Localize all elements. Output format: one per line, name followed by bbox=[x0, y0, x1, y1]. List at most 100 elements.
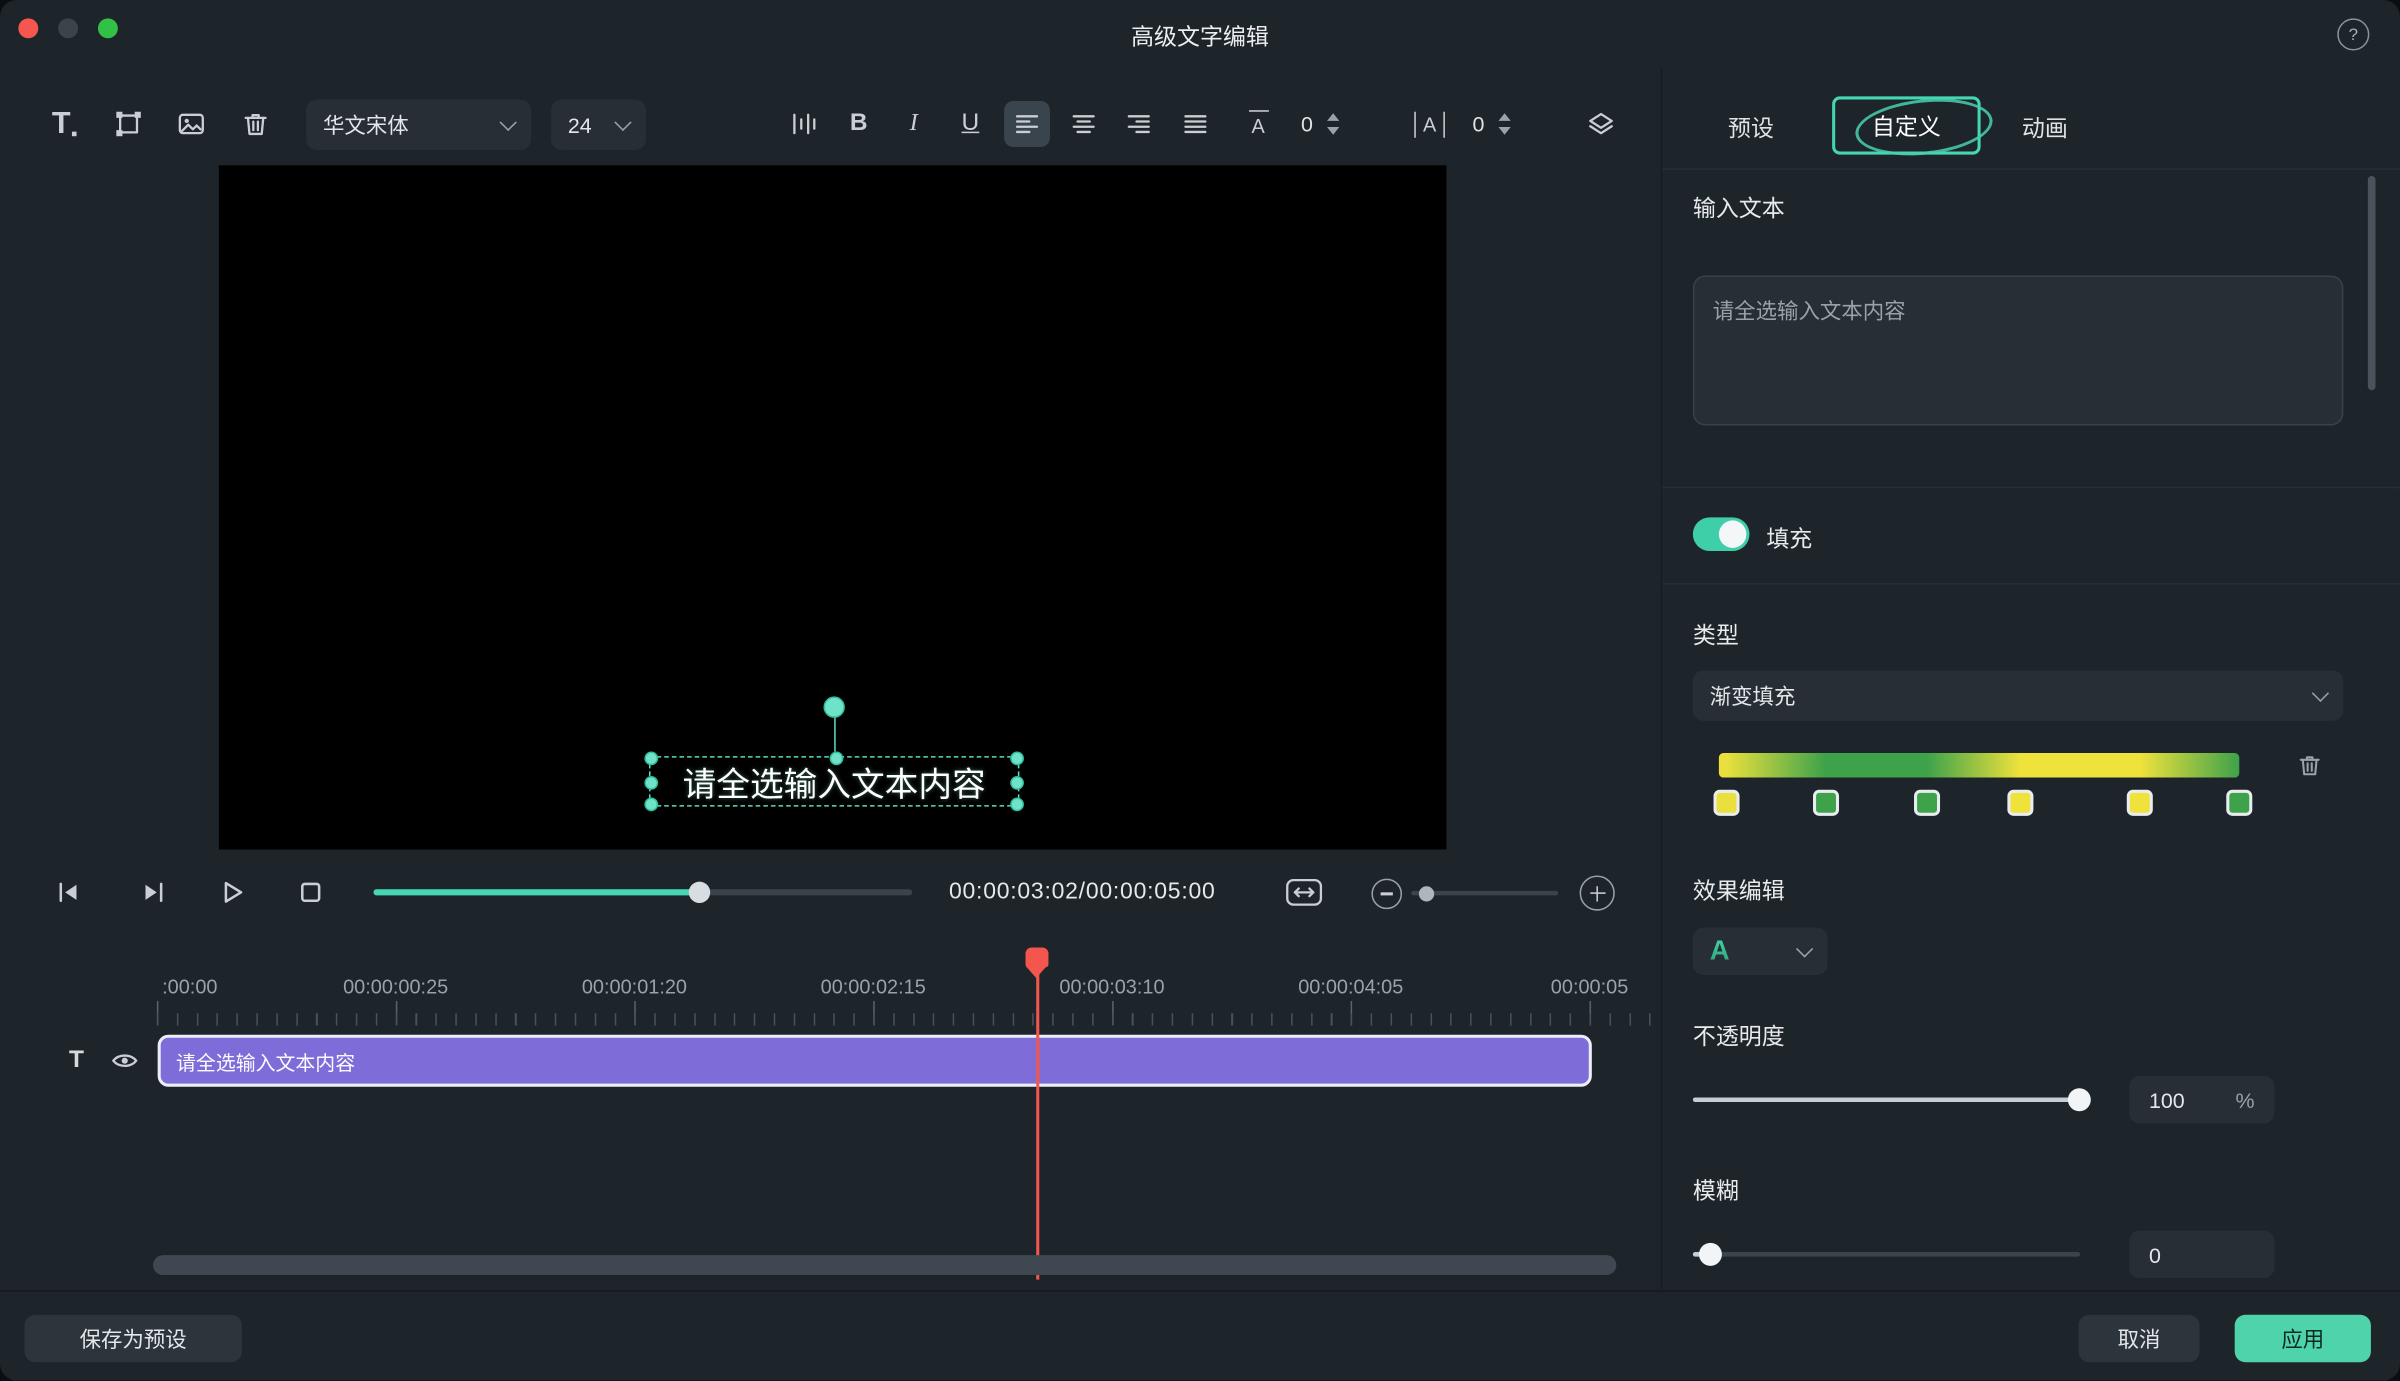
vertical-text-button[interactable]: A bbox=[1407, 101, 1453, 147]
seek-slider-thumb[interactable] bbox=[689, 882, 710, 903]
fill-toggle[interactable] bbox=[1693, 517, 1750, 551]
effect-select[interactable]: A bbox=[1693, 928, 1828, 975]
opacity-value-box[interactable]: 100 % bbox=[2129, 1076, 2274, 1123]
zoom-in-button[interactable] bbox=[1580, 876, 1615, 911]
gradient-delete-button[interactable] bbox=[2293, 748, 2327, 782]
next-frame-icon bbox=[136, 876, 170, 910]
playhead-head[interactable] bbox=[1026, 947, 1049, 967]
previous-frame-button[interactable] bbox=[49, 872, 89, 912]
seek-slider[interactable] bbox=[373, 889, 912, 895]
italic-button[interactable]: I bbox=[891, 101, 937, 147]
align-right-icon bbox=[1123, 109, 1154, 140]
seek-slider-fill bbox=[373, 889, 699, 895]
gradient-stops bbox=[1719, 790, 2239, 818]
timeline-zoom-thumb[interactable] bbox=[1419, 885, 1434, 900]
ruler-minor-ticks bbox=[153, 1013, 1661, 1025]
fill-type-select[interactable]: 渐变填充 bbox=[1693, 670, 2344, 721]
track-visibility-button[interactable] bbox=[107, 1047, 141, 1075]
blur-slider[interactable] bbox=[1693, 1252, 2080, 1257]
rotation-handle[interactable] bbox=[823, 696, 844, 717]
align-left-button[interactable] bbox=[1004, 101, 1050, 147]
stepper-up-icon[interactable] bbox=[1327, 113, 1339, 121]
ruler-label: 00:00:01:20 bbox=[582, 975, 687, 998]
letter-spacing-stepper[interactable]: 0 bbox=[1301, 101, 1339, 147]
text-tool-button[interactable]: T bbox=[38, 98, 90, 150]
underline-button[interactable]: U bbox=[947, 101, 993, 147]
effect-letter: A bbox=[1710, 935, 1730, 967]
selection-handle[interactable] bbox=[644, 797, 658, 811]
blur-value: 0 bbox=[2149, 1242, 2161, 1266]
text-selection-box[interactable]: 请全选输入文本内容 bbox=[649, 756, 1019, 807]
font-size-value: 24 bbox=[568, 112, 592, 136]
selection-handle[interactable] bbox=[644, 776, 658, 790]
save-as-preset-button[interactable]: 保存为预设 bbox=[24, 1315, 241, 1362]
playhead-line[interactable] bbox=[1036, 969, 1039, 1280]
input-text-label: 输入文本 bbox=[1693, 191, 1785, 223]
timeline-scrollbar[interactable] bbox=[153, 1255, 1616, 1275]
gradient-stop-handle[interactable] bbox=[2127, 790, 2153, 816]
align-right-button[interactable] bbox=[1116, 101, 1162, 147]
ruler-label: 00:00:05 bbox=[1551, 975, 1628, 998]
fit-to-window-button[interactable] bbox=[1283, 872, 1324, 910]
selection-handle[interactable] bbox=[644, 752, 658, 766]
text-input-area[interactable]: 请全选输入文本内容 bbox=[1693, 276, 2344, 426]
layer-style-button[interactable] bbox=[1578, 101, 1624, 147]
text-spacing-button[interactable] bbox=[781, 101, 827, 147]
selection-handle[interactable] bbox=[1010, 752, 1024, 766]
play-button[interactable] bbox=[213, 872, 253, 912]
gradient-stop-handle[interactable] bbox=[1714, 790, 1740, 816]
panel-divider bbox=[1662, 583, 2400, 585]
panel-divider bbox=[1662, 168, 2400, 170]
selection-handle[interactable] bbox=[1010, 797, 1024, 811]
gradient-stop-handle[interactable] bbox=[1813, 790, 1839, 816]
preview-canvas[interactable]: 请全选输入文本内容 bbox=[219, 165, 1447, 849]
ruler-label: 00:00:03:10 bbox=[1059, 975, 1164, 998]
text-tool-icon: T bbox=[52, 106, 71, 141]
gradient-stop-handle[interactable] bbox=[2008, 790, 2034, 816]
delete-button[interactable] bbox=[230, 98, 282, 150]
gradient-stop-handle[interactable] bbox=[2226, 790, 2252, 816]
stepper-up-icon[interactable] bbox=[1498, 113, 1510, 121]
blur-slider-thumb[interactable] bbox=[1699, 1243, 1722, 1266]
apply-button[interactable]: 应用 bbox=[2235, 1315, 2371, 1362]
playhead-point bbox=[1026, 966, 1047, 978]
align-justify-button[interactable] bbox=[1172, 101, 1218, 147]
stepper-down-icon[interactable] bbox=[1498, 127, 1510, 135]
timeline-ruler[interactable]: :00:0000:00:00:2500:00:01:2000:00:02:150… bbox=[153, 975, 1661, 999]
opacity-slider-thumb[interactable] bbox=[2068, 1088, 2091, 1111]
align-center-button[interactable] bbox=[1061, 101, 1107, 147]
letter-spacing-value: 0 bbox=[1301, 112, 1313, 136]
tab-animation[interactable]: 动画 bbox=[2022, 112, 2068, 144]
next-frame-button[interactable] bbox=[133, 872, 173, 912]
zoom-out-button[interactable] bbox=[1371, 879, 1402, 910]
tab-presets[interactable]: 预设 bbox=[1728, 112, 1774, 144]
vertical-spacing-stepper[interactable]: 0 bbox=[1472, 101, 1510, 147]
cancel-button[interactable]: 取消 bbox=[2079, 1315, 2200, 1362]
opacity-label: 不透明度 bbox=[1693, 1019, 1785, 1051]
track-type-icon: T bbox=[61, 1044, 92, 1078]
add-image-button[interactable] bbox=[165, 98, 217, 150]
letter-spacing-button[interactable]: A bbox=[1235, 101, 1281, 147]
blur-value-box[interactable]: 0 bbox=[2129, 1231, 2274, 1278]
opacity-slider[interactable] bbox=[1693, 1097, 2080, 1102]
vertical-text-icon: A bbox=[1414, 111, 1446, 137]
right-panel: 预设 自定义 动画 输入文本 请全选输入文本内容 填充 类型 渐变填充 效果编辑… bbox=[1661, 67, 2400, 1290]
panel-scrollbar[interactable] bbox=[2368, 176, 2376, 390]
gradient-stop-handle[interactable] bbox=[1914, 790, 1940, 816]
window-title: 高级文字编辑 bbox=[0, 20, 2400, 52]
font-size-select[interactable]: 24 bbox=[551, 99, 646, 150]
layers-icon bbox=[1586, 109, 1617, 140]
chevron-down-icon bbox=[2312, 685, 2329, 702]
bold-button[interactable]: B bbox=[836, 101, 882, 147]
selection-handle[interactable] bbox=[830, 752, 844, 766]
stepper-down-icon[interactable] bbox=[1327, 127, 1339, 135]
gradient-bar[interactable] bbox=[1719, 753, 2239, 777]
stop-button[interactable] bbox=[291, 872, 331, 912]
font-family-select[interactable]: 华文宋体 bbox=[306, 99, 531, 150]
trash-icon bbox=[2296, 752, 2324, 780]
transform-tool-button[interactable] bbox=[103, 98, 155, 150]
timeline-zoom-slider[interactable] bbox=[1411, 891, 1558, 896]
help-icon[interactable]: ? bbox=[2337, 18, 2369, 50]
selection-handle[interactable] bbox=[1010, 776, 1024, 790]
timeline-text-clip[interactable]: 请全选输入文本内容 bbox=[158, 1035, 1592, 1087]
